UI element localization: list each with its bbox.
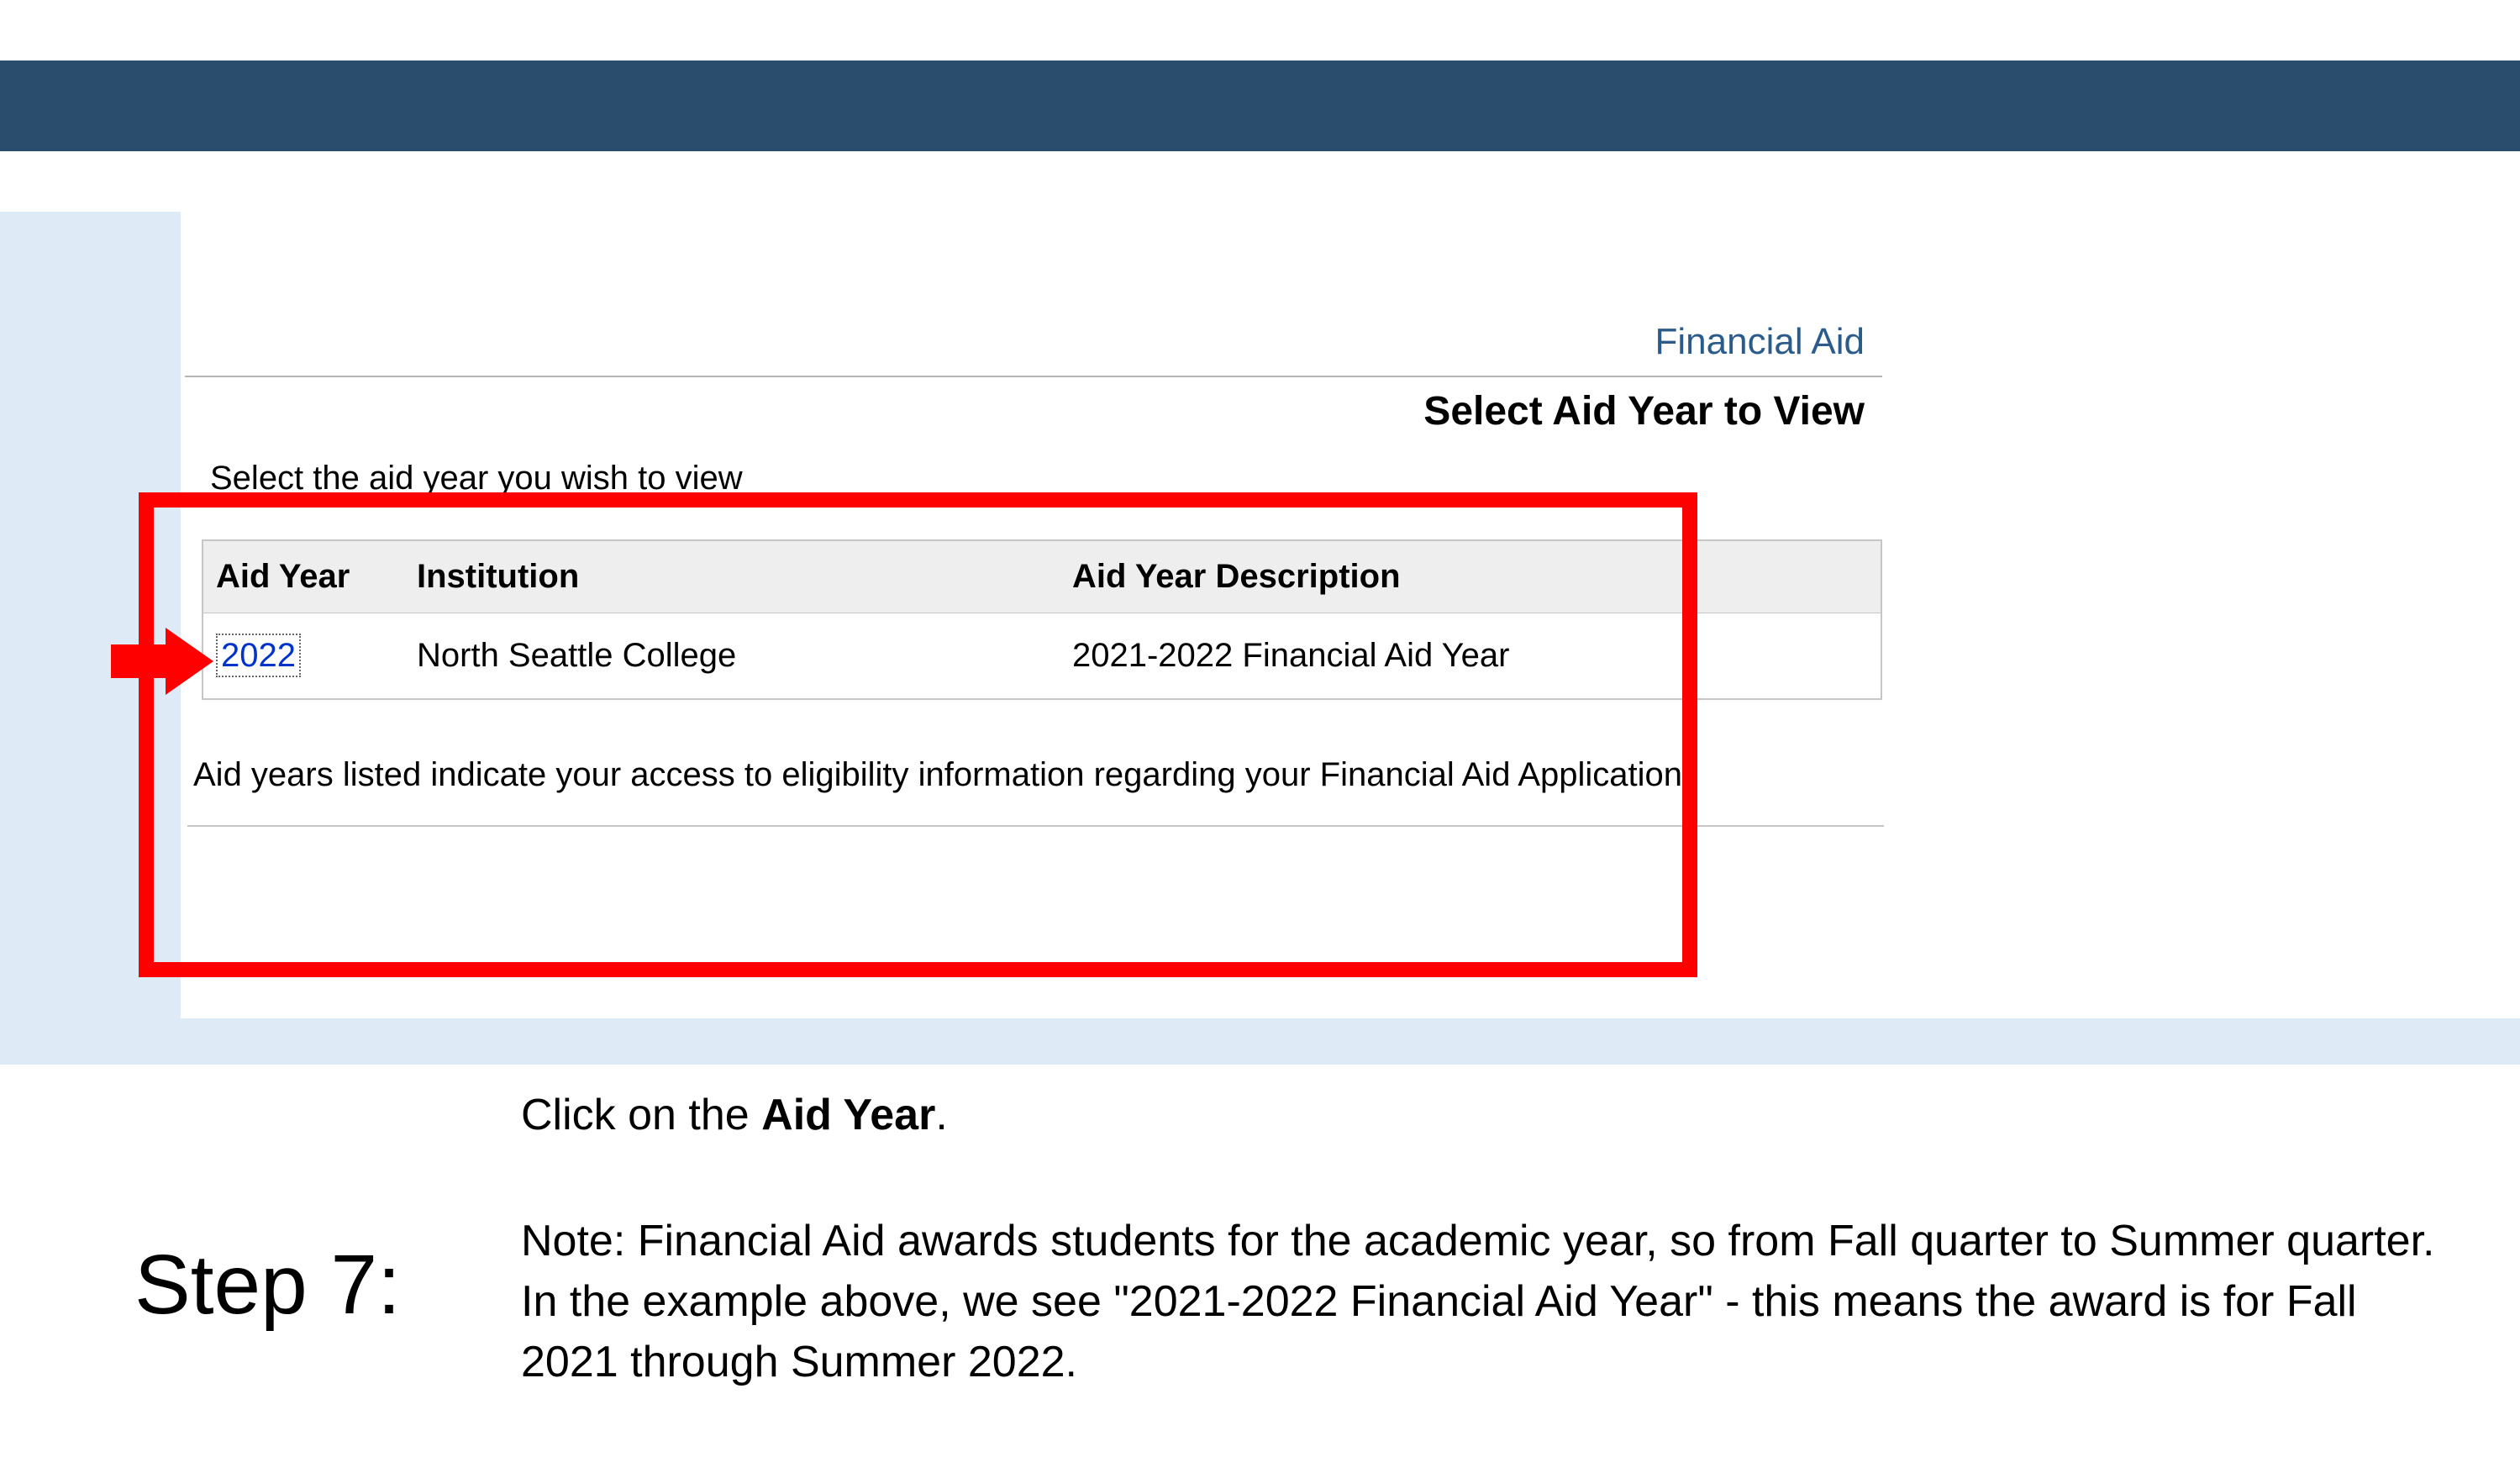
instruction-suffix: . <box>935 1091 947 1139</box>
breadcrumb-financial-aid[interactable]: Financial Aid <box>1655 321 1865 363</box>
cell-aid-year: 2022 <box>203 613 404 700</box>
step-label: Step 7: <box>134 1237 401 1333</box>
instruction-prefix: Click on the <box>521 1091 761 1139</box>
tutorial-instruction: Click on the Aid Year. <box>521 1090 948 1140</box>
cell-description: 2021-2022 Financial Aid Year <box>1060 613 1881 700</box>
col-header-institution: Institution <box>404 540 1060 613</box>
table-header-row: Aid Year Institution Aid Year Descriptio… <box>203 540 1881 613</box>
instruction-text: Select the aid year you wish to view <box>210 460 743 497</box>
main-content-panel: Financial Aid Select Aid Year to View Se… <box>181 212 2520 1018</box>
tutorial-note: Note: Financial Aid awards students for … <box>521 1212 2437 1392</box>
col-header-description: Aid Year Description <box>1060 540 1881 613</box>
aid-year-table: Aid Year Institution Aid Year Descriptio… <box>202 539 1882 700</box>
col-header-aid-year: Aid Year <box>203 540 404 613</box>
instruction-bold-text: Aid Year <box>761 1091 935 1139</box>
footer-explanation: Aid years listed indicate your access to… <box>193 756 1691 794</box>
top-navigation-bar <box>0 60 2520 151</box>
table-row: 2022 North Seattle College 2021-2022 Fin… <box>203 613 1881 700</box>
aid-year-table-container: Aid Year Institution Aid Year Descriptio… <box>202 539 1882 700</box>
cell-institution: North Seattle College <box>404 613 1060 700</box>
page-title: Select Aid Year to View <box>1423 388 1865 434</box>
aid-year-link[interactable]: 2022 <box>216 634 301 677</box>
divider-bottom <box>187 825 1884 827</box>
divider-top <box>185 376 1882 377</box>
